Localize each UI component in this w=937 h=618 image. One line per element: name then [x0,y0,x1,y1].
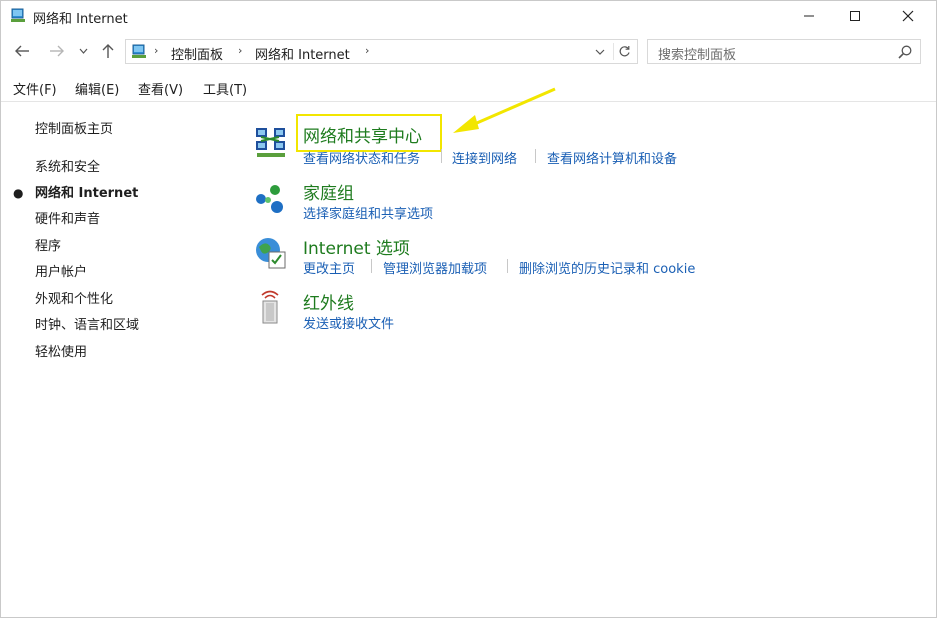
category-title-homegroup[interactable]: 家庭组 [303,179,354,204]
maximize-button[interactable] [832,1,878,31]
category-title-internet-options[interactable]: Internet 选项 [303,234,410,259]
highlight-box [296,114,442,152]
address-bar[interactable]: › 控制面板 › 网络和 Internet › [125,39,638,64]
close-button[interactable] [885,1,931,31]
breadcrumb-separator-icon[interactable]: › [365,44,369,57]
up-button[interactable] [98,41,118,61]
chevron-down-icon [595,49,605,55]
navigation-row: › 控制面板 › 网络和 Internet › 搜索控制面板 [1,36,936,68]
breadcrumb-separator-icon[interactable]: › [238,44,242,57]
sidebar-item-ease-of-access[interactable]: 轻松使用 [35,341,87,360]
network-sharing-icon [256,128,285,157]
sidebar-item-appearance[interactable]: 外观和个性化 [35,288,113,307]
sidebar-item-home[interactable]: 控制面板主页 [35,118,113,137]
control-panel-window: 网络和 Internet › 控制面板 › 网络和 Internet › 搜索控… [0,0,937,618]
refresh-button[interactable] [613,43,634,60]
back-arrow-icon [15,45,29,57]
title-bar: 网络和 Internet [1,1,936,31]
sidebar-item-user-accounts[interactable]: 用户帐户 [35,261,87,280]
link-send-receive-files[interactable]: 发送或接收文件 [303,313,394,332]
search-input[interactable]: 搜索控制面板 [647,39,921,64]
link-separator [371,259,372,273]
window-title: 网络和 Internet [33,12,128,27]
link-separator [535,149,536,163]
sidebar-item-hardware-sound[interactable]: 硬件和声音 [35,208,100,227]
annotation-arrow-icon [453,87,556,133]
link-separator [507,259,508,273]
maximize-icon [850,11,860,21]
homegroup-icon [256,185,283,213]
menu-edit[interactable]: 编辑(E) [75,79,119,98]
internet-options-icon [256,238,286,269]
chevron-down-icon [79,48,87,54]
category-title-infrared[interactable]: 红外线 [303,289,354,314]
forward-arrow-icon [50,45,64,57]
breadcrumb-control-panel[interactable]: 控制面板 [171,44,223,63]
close-icon [902,10,914,22]
forward-button[interactable] [47,41,67,61]
link-view-network-status[interactable]: 查看网络状态和任务 [303,148,420,167]
breadcrumb-separator-icon[interactable]: › [154,44,158,57]
minimize-button[interactable] [786,1,832,31]
link-view-network-computers[interactable]: 查看网络计算机和设备 [547,148,677,167]
sidebar-item-system-security[interactable]: 系统和安全 [35,156,100,175]
network-control-panel-icon [11,8,25,22]
search-icon[interactable] [897,44,913,60]
link-homegroup-options[interactable]: 选择家庭组和共享选项 [303,203,433,222]
back-button[interactable] [12,41,32,61]
menu-tools[interactable]: 工具(T) [203,79,247,98]
link-connect-to-network[interactable]: 连接到网络 [452,148,517,167]
network-control-panel-icon [132,44,146,58]
link-change-homepage[interactable]: 更改主页 [303,258,355,277]
minimize-icon [804,15,814,17]
menu-file[interactable]: 文件(F) [13,79,57,98]
link-manage-addons[interactable]: 管理浏览器加载项 [383,258,487,277]
link-separator [441,149,442,163]
up-arrow-icon [102,44,114,58]
sidebar-item-clock-region[interactable]: 时钟、语言和区域 [35,314,139,333]
infrared-icon [261,290,279,324]
search-placeholder: 搜索控制面板 [658,48,737,63]
link-delete-history[interactable]: 删除浏览的历史记录和 cookie [519,258,695,277]
address-dropdown-button[interactable] [591,43,609,60]
breadcrumb-network-internet[interactable]: 网络和 Internet [255,44,350,63]
active-bullet-icon: ● [13,186,24,200]
menu-view[interactable]: 查看(V) [138,79,183,98]
sidebar-item-network-internet[interactable]: 网络和 Internet [35,182,138,201]
refresh-icon [619,46,630,57]
recent-locations-button[interactable] [76,41,90,61]
sidebar-item-programs[interactable]: 程序 [35,235,61,254]
